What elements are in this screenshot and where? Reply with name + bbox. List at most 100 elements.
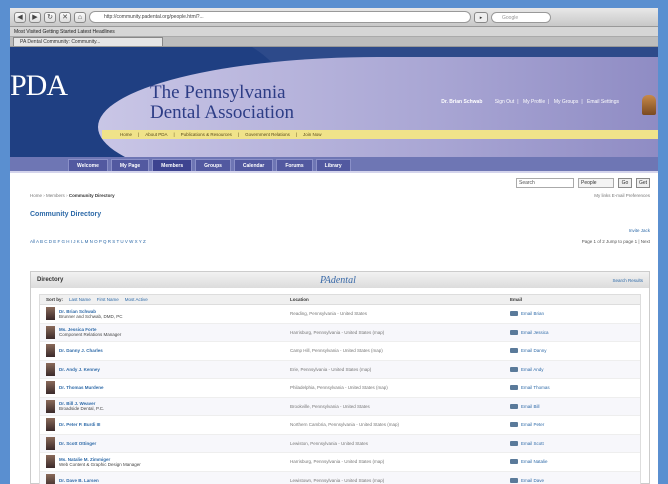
home-icon[interactable]: ⌂ [74, 11, 86, 23]
site-search-input[interactable]: Search [516, 178, 574, 188]
member-subtitle: Broadside Dental, P.C. [59, 406, 105, 412]
tab-my-page[interactable]: My Page [110, 159, 150, 171]
member-photo[interactable] [46, 344, 55, 358]
member-location: Philadelphia, Pennsylvania - United Stat… [290, 385, 388, 391]
member-photo[interactable] [46, 381, 55, 395]
subnav-about[interactable]: About PDA [145, 132, 167, 137]
table-row: Dr. Brian Schwab Brunner and Schwab, DMD,… [40, 305, 640, 324]
directory-table: Sort by: Last Name First Name Most Activ… [39, 294, 641, 484]
email-link[interactable]: Email Natalie [521, 459, 548, 464]
breadcrumb-members[interactable]: Members [46, 193, 65, 198]
envelope-icon [510, 422, 518, 428]
tab-members[interactable]: Members [152, 159, 193, 171]
member-cell: Dr. Bill J. Weaver Broadside Dental, P.C. [40, 399, 290, 413]
member-info: Dr. Andy J. Kenney [59, 367, 100, 372]
sort-first-name[interactable]: First Name [97, 297, 119, 302]
browser-tab[interactable]: PA Dental Community: Community... [13, 37, 163, 46]
member-photo[interactable] [46, 325, 55, 339]
member-photo[interactable] [46, 436, 55, 450]
subnav-government[interactable]: Government Relations [245, 132, 290, 137]
sub-nav: Home | About PDA | Publications & Resource… [102, 130, 658, 139]
member-cell: Dr. Danny J. Charles [40, 344, 290, 358]
member-email[interactable]: Email Danny [510, 348, 640, 354]
reload-icon[interactable]: ↻ [44, 11, 56, 23]
email-link[interactable]: Email Jessica [521, 330, 549, 335]
sort-last-name[interactable]: Last Name [69, 297, 91, 302]
pagination[interactable]: Page 1 of 2 Jump to page 1 | Next [582, 239, 650, 244]
email-link[interactable]: Email Danny [521, 348, 547, 353]
member-email[interactable]: Email Dave [510, 477, 640, 483]
sign-out-link[interactable]: Sign Out [495, 99, 514, 105]
member-email[interactable]: Email Jessica [510, 329, 640, 335]
tab-welcome[interactable]: Welcome [68, 159, 108, 171]
member-photo[interactable] [46, 362, 55, 376]
member-email[interactable]: Email Andy [510, 366, 640, 372]
invite-link[interactable]: Invite Jack [10, 228, 658, 233]
email-link[interactable]: Email Bill [521, 404, 540, 409]
tab-calendar[interactable]: Calendar [233, 159, 274, 171]
tab-groups[interactable]: Groups [195, 159, 231, 171]
browser-search-input[interactable]: Google [491, 11, 551, 23]
site-title: The Pennsylvania Dental Association [150, 83, 294, 123]
forward-icon[interactable]: ▶ [29, 11, 41, 23]
email-link[interactable]: Email Scott [521, 441, 544, 446]
member-email[interactable]: Email Scott [510, 440, 640, 446]
my-groups-link[interactable]: My Groups [554, 99, 578, 105]
subnav-publications[interactable]: Publications & Resources [181, 132, 232, 137]
email-link[interactable]: Email Dave [521, 478, 544, 483]
member-photo[interactable] [46, 307, 55, 321]
member-name[interactable]: Dr. Danny J. Charles [59, 348, 103, 353]
member-name[interactable]: Dr. Dave B. Larsen [59, 478, 99, 483]
member-photo[interactable] [46, 399, 55, 413]
alphabet-links[interactable]: All A B C D E F G H I J K L M N O P Q R … [30, 239, 146, 244]
search-get-button[interactable]: Get [636, 178, 650, 188]
site-title-line1: The Pennsylvania [150, 82, 286, 103]
pda-logo[interactable]: PDA [10, 69, 68, 103]
member-cell: Ms. Natalie M. Zimmiger Web Content & Gra… [40, 455, 290, 469]
account-links[interactable]: My links E-mail Preferences [594, 193, 650, 203]
search-go-button[interactable]: Go [618, 178, 632, 188]
subnav-home[interactable]: Home [120, 132, 132, 137]
directory-header: Directory PAdental Search Results [31, 272, 649, 288]
search-scope-select[interactable]: People [578, 178, 614, 188]
member-email[interactable]: Email Brian [510, 311, 640, 317]
breadcrumb-home[interactable]: Home [30, 193, 42, 198]
member-name[interactable]: Dr. Andy J. Kenney [59, 367, 100, 372]
member-photo[interactable] [46, 473, 55, 484]
member-info: Dr. Brian Schwab Brunner and Schwab, DMD,… [59, 309, 123, 319]
my-profile-link[interactable]: My Profile [523, 99, 545, 105]
user-avatar[interactable] [642, 95, 656, 115]
member-location: Erie, Pennsylvania - United States (map) [290, 366, 372, 372]
email-link[interactable]: Email Peter [521, 422, 544, 427]
member-name[interactable]: Dr. Thomas Murdene [59, 385, 104, 390]
envelope-icon [510, 385, 518, 391]
member-email[interactable]: Email Thomas [510, 385, 640, 391]
envelope-icon [510, 403, 518, 409]
subnav-join[interactable]: Join Now [303, 132, 322, 137]
member-photo[interactable] [46, 418, 55, 432]
member-info: Dr. Scott Ottinger [59, 441, 96, 446]
tab-forums[interactable]: Forums [276, 159, 313, 171]
go-arrow-icon[interactable]: ▸ [474, 11, 488, 23]
browser-window: ◀ ▶ ↻ ✕ ⌂ http://community.padental.org/… [10, 8, 658, 484]
member-name[interactable]: Dr. Peter P. Burdi III [59, 422, 100, 427]
back-icon[interactable]: ◀ [14, 11, 26, 23]
url-bar[interactable]: http://community.padental.org/people.htm… [89, 11, 471, 23]
email-link[interactable]: Email Thomas [521, 385, 550, 390]
tab-library[interactable]: Library [315, 159, 351, 171]
page-title: Community Directory [30, 211, 102, 218]
stop-icon[interactable]: ✕ [59, 11, 71, 23]
member-cell: Dr. Dave B. Larsen [40, 473, 290, 484]
sort-most-active[interactable]: Most Active [125, 297, 148, 302]
email-link[interactable]: Email Brian [521, 311, 544, 316]
search-results-link[interactable]: Search Results [612, 278, 643, 283]
email-link[interactable]: Email Andy [521, 367, 544, 372]
member-email[interactable]: Email Natalie [510, 459, 640, 465]
bookmarks-bar[interactable]: Most Visited Getting Started Latest Head… [10, 27, 658, 37]
member-email[interactable]: Email Bill [510, 403, 640, 409]
member-name[interactable]: Dr. Scott Ottinger [59, 441, 96, 446]
member-email[interactable]: Email Peter [510, 422, 640, 428]
browser-toolbar: ◀ ▶ ↻ ✕ ⌂ http://community.padental.org/… [10, 8, 658, 27]
email-settings-link[interactable]: Email Settings [587, 99, 619, 105]
member-photo[interactable] [46, 455, 55, 469]
